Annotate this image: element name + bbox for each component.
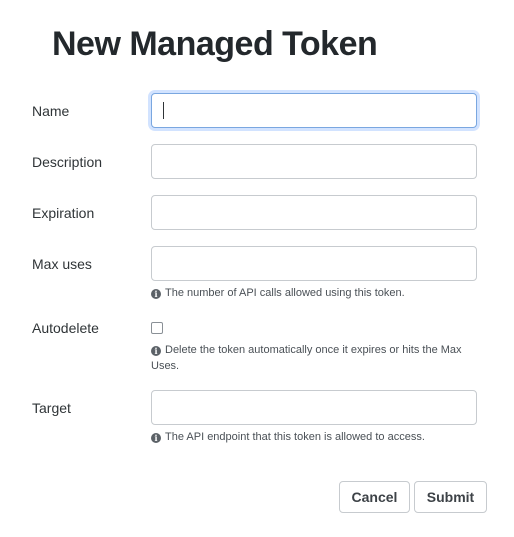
- description-label: Description: [32, 154, 103, 170]
- max-uses-label: Max uses: [32, 256, 92, 272]
- max-uses-help-text: The number of API calls allowed using th…: [165, 287, 405, 299]
- target-label: Target: [32, 400, 71, 416]
- max-uses-help: i The number of API calls allowed using t…: [151, 285, 481, 301]
- info-circle-icon: i: [151, 289, 161, 299]
- target-help-text: The API endpoint that this token is allo…: [165, 431, 425, 443]
- expiration-input[interactable]: [151, 195, 477, 230]
- expiration-label: Expiration: [32, 205, 95, 221]
- page-title: New Managed Token: [52, 25, 378, 63]
- description-input[interactable]: [151, 144, 477, 179]
- info-circle-icon: i: [151, 433, 161, 443]
- target-input[interactable]: [151, 390, 477, 425]
- autodelete-label: Autodelete: [32, 320, 99, 336]
- name-label: Name: [32, 103, 70, 119]
- submit-button[interactable]: Submit: [414, 481, 487, 513]
- max-uses-input[interactable]: [151, 246, 477, 281]
- text-cursor: [163, 102, 164, 119]
- autodelete-help-text: Delete the token automatically once it e…: [151, 344, 462, 372]
- info-circle-icon: i: [151, 346, 161, 356]
- target-help: i The API endpoint that this token is all…: [151, 429, 481, 445]
- autodelete-help: i Delete the token automatically once it …: [151, 342, 476, 374]
- cancel-button[interactable]: Cancel: [339, 481, 410, 513]
- name-input[interactable]: [151, 93, 477, 128]
- autodelete-checkbox[interactable]: [151, 322, 163, 334]
